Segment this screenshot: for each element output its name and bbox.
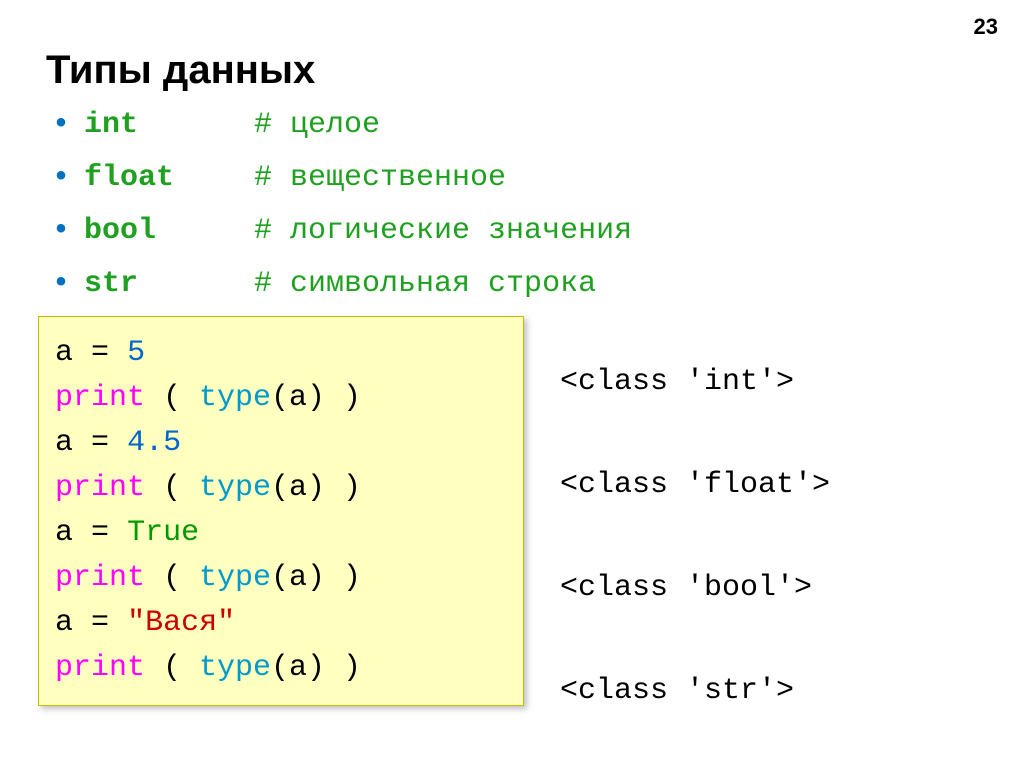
code-number: 5 xyxy=(127,336,145,370)
code-paren: ( xyxy=(145,381,199,415)
code-line: print ( type(a) ) xyxy=(55,376,507,421)
code-box: a = 5 print ( type(a) ) a = 4.5 print ( … xyxy=(38,316,524,706)
code-line: print ( type(a) ) xyxy=(55,646,507,691)
type-row-float: • float # вещественное xyxy=(52,153,632,204)
code-fn-type: type xyxy=(199,651,271,685)
page-title: Типы данных xyxy=(46,48,315,93)
type-keyword: float xyxy=(84,161,174,195)
type-row-str: • str # символьная строка xyxy=(52,259,632,310)
type-comment: # целое xyxy=(254,100,380,151)
code-var: a xyxy=(55,516,73,550)
code-fn-type: type xyxy=(199,381,271,415)
output-line: <class 'int'> xyxy=(560,360,830,405)
code-line: a = 5 xyxy=(55,331,507,376)
type-row-bool: • bool # логические значения xyxy=(52,206,632,257)
type-comment: # символьная строка xyxy=(254,259,596,310)
code-paren: ( xyxy=(145,651,199,685)
code-paren: (a) ) xyxy=(271,651,361,685)
type-list: • int # целое • float # вещественное • b… xyxy=(52,100,632,312)
code-var: a xyxy=(55,606,73,640)
code-var: a xyxy=(55,336,73,370)
code-var: a xyxy=(55,426,73,460)
output-block: <class 'int'> <class 'float'> <class 'bo… xyxy=(560,360,830,714)
bullet-icon: • xyxy=(52,259,70,310)
code-line: print ( type(a) ) xyxy=(55,466,507,511)
code-string: "Вася" xyxy=(127,606,235,640)
code-op: = xyxy=(91,606,109,640)
code-line: a = 4.5 xyxy=(55,421,507,466)
code-paren: (a) ) xyxy=(271,471,361,505)
type-keyword: str xyxy=(84,267,138,301)
code-paren: ( xyxy=(145,561,199,595)
code-op: = xyxy=(91,516,109,550)
bullet-icon: • xyxy=(52,153,70,204)
slide-number: 23 xyxy=(974,14,998,40)
code-paren: (a) ) xyxy=(271,561,361,595)
type-keyword: bool xyxy=(84,214,156,248)
code-fn-print: print xyxy=(55,471,145,505)
code-fn-type: type xyxy=(199,471,271,505)
type-row-int: • int # целое xyxy=(52,100,632,151)
bullet-icon: • xyxy=(52,100,70,151)
code-line: print ( type(a) ) xyxy=(55,556,507,601)
code-fn-print: print xyxy=(55,381,145,415)
type-comment: # вещественное xyxy=(254,153,506,204)
code-bool: True xyxy=(127,516,199,550)
code-op: = xyxy=(91,426,109,460)
type-keyword: int xyxy=(84,108,138,142)
code-op: = xyxy=(91,336,109,370)
code-paren: (a) ) xyxy=(271,381,361,415)
code-paren: ( xyxy=(145,471,199,505)
code-fn-print: print xyxy=(55,651,145,685)
code-number: 4.5 xyxy=(127,426,181,460)
output-line: <class 'bool'> xyxy=(560,566,830,611)
bullet-icon: • xyxy=(52,206,70,257)
code-line: a = True xyxy=(55,511,507,556)
code-line: a = "Вася" xyxy=(55,601,507,646)
code-fn-print: print xyxy=(55,561,145,595)
code-fn-type: type xyxy=(199,561,271,595)
output-line: <class 'float'> xyxy=(560,463,830,508)
output-line: <class 'str'> xyxy=(560,669,830,714)
type-comment: # логические значения xyxy=(254,206,632,257)
